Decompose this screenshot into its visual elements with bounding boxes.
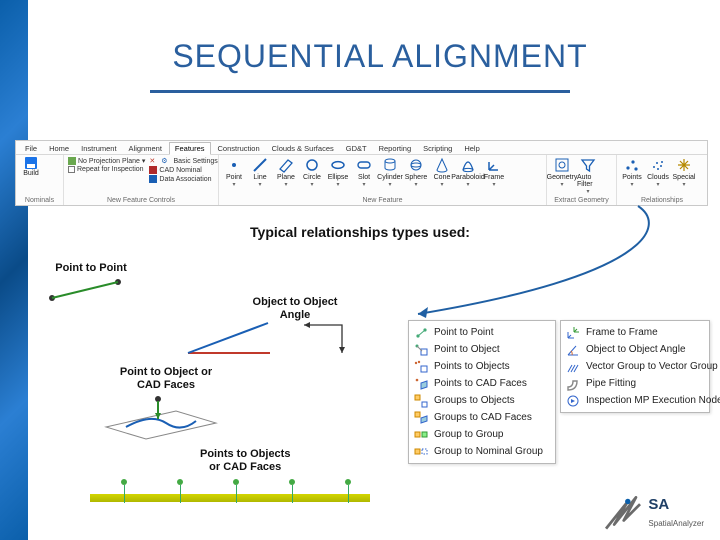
sphere-icon (408, 157, 424, 173)
feature-slot[interactable]: Slot▾ (353, 157, 375, 188)
menu-icon (566, 377, 580, 391)
points-icon (624, 157, 640, 173)
group-nfc-label: New Feature Controls (68, 197, 214, 204)
tab-clouds-surfaces[interactable]: Clouds & Surfaces (267, 143, 339, 154)
menu-icon (414, 326, 428, 340)
menu-item-points-to-cad-faces[interactable]: Points to CAD Faces (409, 375, 555, 392)
build-label: Build (23, 170, 39, 177)
group-nominals-label: Nominals (20, 197, 59, 204)
tab-reporting[interactable]: Reporting (374, 143, 417, 154)
menu-item-group-to-group[interactable]: Group to Group (409, 426, 555, 443)
menu-icon (414, 411, 428, 425)
section-caption: Typical relationships types used: (0, 224, 720, 240)
feature-cylinder[interactable]: Cylinder▾ (379, 157, 401, 188)
auto-filter-icon (580, 157, 596, 173)
left-accent-bar (0, 0, 28, 540)
feature-sphere[interactable]: Sphere▾ (405, 157, 427, 188)
geometry-icon (554, 157, 570, 173)
menu-icon (414, 445, 428, 459)
menu-icon (414, 360, 428, 374)
tab-construction[interactable]: Construction (213, 143, 265, 154)
menu-item-object-to-object-angle[interactable]: Object to Object Angle (561, 341, 709, 358)
menu-item-frame-to-frame[interactable]: Frame to Frame (561, 324, 709, 341)
menu-icon (566, 394, 580, 408)
slot-icon (356, 157, 372, 173)
menu-item-point-to-object[interactable]: Point to Object (409, 341, 555, 358)
menu-item-pipe-fitting[interactable]: Pipe Fitting (561, 375, 709, 392)
relationship-special[interactable]: Special▾ (673, 157, 695, 188)
relationship-clouds[interactable]: Clouds▾ (647, 157, 669, 188)
feature-line[interactable]: Line▾ (249, 157, 271, 188)
proj-plane-dropdown[interactable]: No Projection Plane ▾ (68, 157, 145, 165)
extract-auto-filter[interactable]: Auto Filter▾ (577, 157, 599, 195)
spatialanalyzer-logo: SASpatialAnalyzer (600, 496, 704, 530)
feature-circle[interactable]: Circle▾ (301, 157, 323, 188)
ribbon-tabs: File Home Instrument Alignment Features … (16, 141, 707, 155)
feature-cone[interactable]: Cone▾ (431, 157, 453, 188)
frame-icon (486, 157, 502, 173)
tab-home[interactable]: Home (44, 143, 74, 154)
tab-help[interactable]: Help (459, 143, 484, 154)
tab-features[interactable]: Features (169, 142, 211, 155)
menu-item-vector-group-to-vector-group[interactable]: Vector Group to Vector Group (561, 358, 709, 375)
ellipse-icon (330, 157, 346, 173)
basic-settings-button[interactable]: ⚙ Basic Settings (149, 157, 217, 165)
data-assoc-button[interactable]: Data Association (149, 175, 217, 183)
feature-plane[interactable]: Plane▾ (275, 157, 297, 188)
menu-item-groups-to-cad-faces[interactable]: Groups to CAD Faces (409, 409, 555, 426)
plane-icon (278, 157, 294, 173)
menu-icon (414, 377, 428, 391)
relationship-points[interactable]: Points▾ (621, 157, 643, 188)
page-title: SEQUENTIAL ALIGNMENT (60, 38, 700, 75)
circle-icon (304, 157, 320, 173)
anno-point-to-point: Point to Point (46, 262, 136, 306)
sa-mark-icon (600, 496, 642, 530)
menu-icon (414, 428, 428, 442)
diagram-bar (90, 494, 370, 502)
point-icon (226, 157, 242, 173)
relationship-menu-a: Point to PointPoint to ObjectPoints to O… (408, 320, 556, 464)
menu-item-groups-to-objects[interactable]: Groups to Objects (409, 392, 555, 409)
menu-icon (566, 360, 580, 374)
cone-icon (434, 157, 450, 173)
repeat-checkbox[interactable]: Repeat for Inspection (68, 166, 145, 173)
tab-alignment[interactable]: Alignment (124, 143, 167, 154)
callout-arrow (408, 196, 688, 326)
save-icon (25, 157, 37, 169)
tab-instrument[interactable]: Instrument (76, 143, 121, 154)
tab-scripting[interactable]: Scripting (418, 143, 457, 154)
relationship-menu-b: Frame to FrameObject to Object AngleVect… (560, 320, 710, 413)
feature-point[interactable]: Point▾ (223, 157, 245, 188)
menu-item-group-to-nominal-group[interactable]: Group to Nominal Group (409, 443, 555, 460)
anno-points-to-objects: Points to Objects or CAD Faces (200, 448, 290, 473)
menu-icon (414, 343, 428, 357)
menu-icon (414, 394, 428, 408)
cad-nominal-button[interactable]: CAD Nominal (149, 166, 217, 174)
line-icon (252, 157, 268, 173)
extract-geometry[interactable]: Geometry▾ (551, 157, 573, 188)
build-button[interactable]: Build (20, 157, 42, 177)
special-icon (676, 157, 692, 173)
menu-item-point-to-point[interactable]: Point to Point (409, 324, 555, 341)
tab-gdt[interactable]: GD&T (341, 143, 372, 154)
cylinder-icon (382, 157, 398, 173)
anno-obj-to-obj-angle: Object to Object Angle (210, 296, 380, 365)
clouds-icon (650, 157, 666, 173)
feature-frame[interactable]: Frame▾ (483, 157, 505, 188)
menu-item-points-to-objects[interactable]: Points to Objects (409, 358, 555, 375)
feature-ellipse[interactable]: Ellipse▾ (327, 157, 349, 188)
anno-point-to-object: Point to Object or CAD Faces (96, 366, 236, 449)
tab-file[interactable]: File (20, 143, 42, 154)
menu-item-inspection-mp-execution-node[interactable]: Inspection MP Execution Node (561, 392, 709, 409)
menu-icon (566, 343, 580, 357)
menu-icon (566, 326, 580, 340)
title-underline (150, 90, 570, 93)
x-icon (149, 157, 155, 165)
paraboloid-icon (460, 157, 476, 173)
feature-paraboloid[interactable]: Paraboloid▾ (457, 157, 479, 188)
